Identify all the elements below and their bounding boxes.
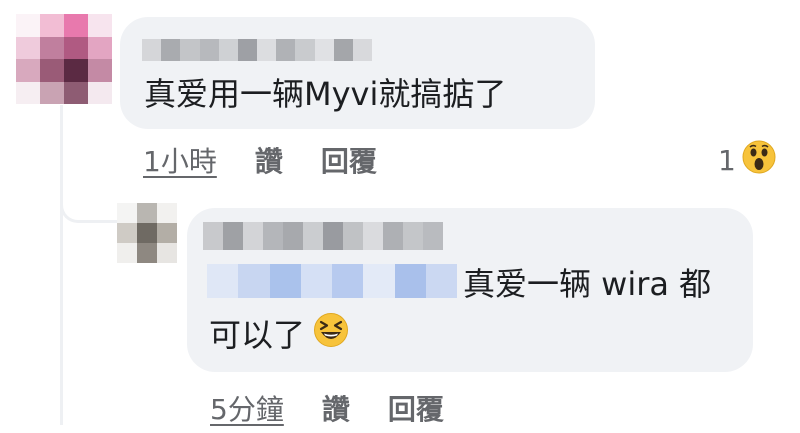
reply-bubble: 真爱一辆 wira 都 可以了 [187, 208, 753, 372]
commenter-avatar[interactable] [16, 14, 112, 104]
like-button[interactable]: 讚 [255, 140, 283, 180]
reply-text-end: 可以了 [209, 315, 306, 354]
reply-button[interactable]: 回覆 [388, 388, 444, 428]
reply-button[interactable]: 回覆 [321, 140, 377, 180]
thread-line [60, 105, 63, 425]
reaction-count: 1 [718, 144, 736, 177]
blurred-username[interactable] [203, 222, 443, 250]
comment-bubble: 真爱用一辆Myvi就搞掂了 [120, 17, 595, 129]
like-button[interactable]: 讚 [322, 388, 350, 428]
reaction-summary[interactable]: 1 [718, 140, 776, 181]
reply-timestamp[interactable]: 5分鐘 [210, 388, 284, 428]
blurred-username[interactable] [142, 39, 372, 61]
comment-text: 真爱用一辆Myvi就搞掂了 [144, 75, 507, 113]
thread-connector [60, 198, 118, 223]
comment-actions: 1小時 讚 回覆 [143, 140, 377, 180]
blurred-mention[interactable] [207, 264, 457, 298]
reply-actions: 5分鐘 讚 回覆 [210, 388, 444, 428]
comment-timestamp[interactable]: 1小時 [143, 140, 217, 180]
wow-emoji-icon [742, 140, 776, 181]
laughing-emoji-icon [313, 312, 349, 357]
reply-avatar[interactable] [117, 203, 177, 263]
reply-text-line2: 可以了 [209, 312, 349, 357]
reply-text: 真爱一辆 wira 都 [463, 265, 712, 303]
